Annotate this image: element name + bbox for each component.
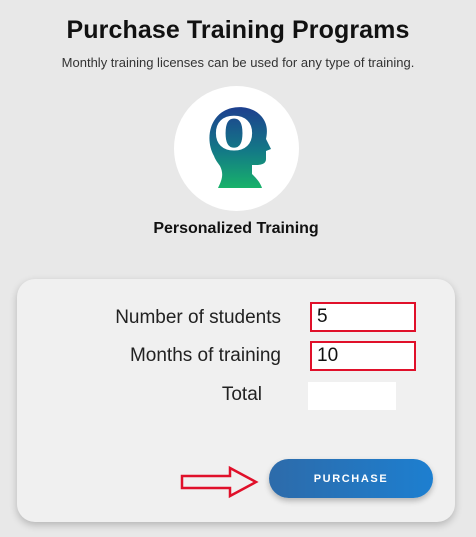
page-title: Purchase Training Programs	[66, 16, 410, 44]
months-label: Months of training	[129, 345, 281, 366]
total-value	[308, 382, 396, 410]
purchase-form-card: Number of students Months of training To…	[17, 279, 455, 522]
right-arrow-icon	[180, 465, 259, 499]
students-label: Number of students	[115, 307, 281, 328]
program-logo: O	[174, 86, 299, 211]
head-with-o-logo-icon: O	[209, 107, 271, 188]
months-input[interactable]	[310, 341, 416, 371]
page-subtitle: Monthly training licenses can be used fo…	[61, 55, 415, 70]
logo-letter: O	[214, 107, 254, 161]
total-label: Total	[221, 384, 262, 405]
purchase-button[interactable]: PURCHASE	[269, 459, 433, 498]
students-input[interactable]	[310, 302, 416, 332]
program-name: Personalized Training	[153, 220, 319, 237]
